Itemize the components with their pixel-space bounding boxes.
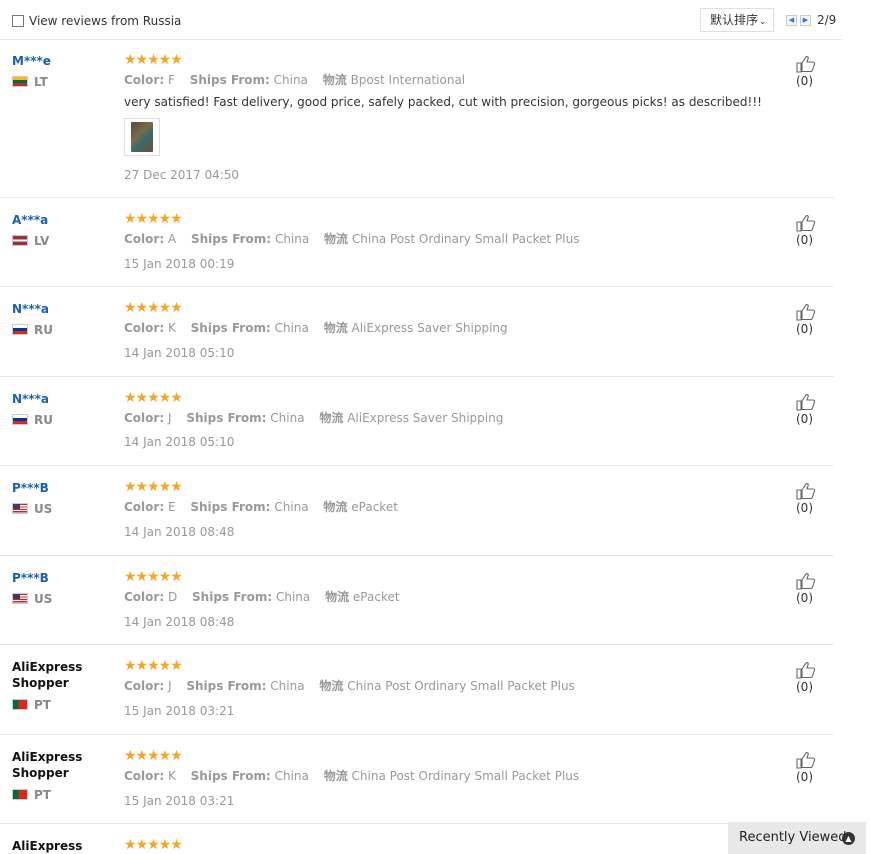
review-attributes: Color: K Ships From: China 物流 AliExpress… [124, 321, 508, 335]
review-item: AliExpress ★★★★★ [0, 825, 834, 854]
helpful-button[interactable]: (0) [796, 751, 834, 785]
review-date: 15 Jan 2018 00:19 [124, 257, 235, 271]
review-item: N***a RU ★★★★★ Color: K Ships From: Chin… [0, 288, 834, 377]
chevron-down-icon: ⌄ [759, 17, 767, 27]
reviewer-name: AliExpress [12, 839, 83, 853]
recently-viewed-label: Recently Viewed [739, 830, 847, 845]
reviewer-name[interactable]: M***e [12, 53, 51, 69]
reviews-toolbar: View reviews from Russia 默认排序⌄ ◀ ▶ 2/9 [0, 0, 843, 40]
review-item: P***B US ★★★★★ Color: E Ships From: Chin… [0, 467, 834, 556]
thumbs-up-icon [796, 573, 816, 590]
helpful-button[interactable]: (0) [796, 572, 834, 606]
reviewer-name[interactable]: N***a [12, 301, 49, 317]
filter-checkbox[interactable] [12, 15, 24, 27]
review-date: 14 Jan 2018 08:48 [124, 615, 235, 629]
flag-pt-icon [12, 699, 28, 710]
reviewer-country: LT [12, 75, 48, 89]
thumbs-up-icon [796, 483, 816, 500]
page-indicator: 2/9 [817, 13, 837, 27]
review-date: 14 Jan 2018 05:10 [124, 435, 235, 449]
reviewer-name[interactable]: N***a [12, 391, 49, 407]
review-photo-thumbnail[interactable] [124, 118, 160, 156]
rating-stars: ★★★★★ [124, 479, 183, 495]
rating-stars: ★★★★★ [124, 211, 183, 227]
review-item: A***a LV ★★★★★ Color: A Ships From: Chin… [0, 199, 834, 287]
review-date: 14 Jan 2018 05:10 [124, 346, 235, 360]
helpful-button[interactable]: (0) [796, 55, 834, 89]
triangle-left-icon[interactable]: ◀ [786, 15, 797, 26]
rating-stars: ★★★★★ [124, 748, 183, 764]
chevron-up-circle-icon: ▲ [842, 832, 855, 845]
flag-ru-icon [12, 324, 28, 335]
rating-stars: ★★★★★ [124, 300, 183, 316]
review-date: 15 Jan 2018 03:21 [124, 704, 235, 718]
thumbs-up-icon [796, 215, 816, 232]
helpful-button[interactable]: (0) [796, 393, 834, 427]
review-attributes: Color: E Ships From: China 物流 ePacket [124, 500, 398, 514]
review-item: M***e LT ★★★★★ Color: F Ships From: Chin… [0, 40, 834, 198]
review-item: P***B US ★★★★★ Color: D Ships From: Chin… [0, 557, 834, 645]
reviewer-country: PT [12, 788, 51, 802]
reviewer-name[interactable]: P***B [12, 480, 49, 496]
sort-dropdown-label: 默认排序 [710, 13, 759, 27]
review-item: AliExpress Shopper PT ★★★★★ Color: J Ship… [0, 646, 834, 735]
review-item: N***a RU ★★★★★ Color: J Ships From: Chin… [0, 378, 834, 466]
sort-dropdown[interactable]: 默认排序⌄ [700, 8, 774, 32]
review-attributes: Color: J Ships From: China 物流 China Post… [124, 679, 575, 693]
review-attributes: Color: J Ships From: China 物流 AliExpress… [124, 411, 504, 425]
helpful-button[interactable]: (0) [796, 214, 834, 248]
review-attributes: Color: A Ships From: China 物流 China Post… [124, 232, 580, 246]
reviewer-country: RU [12, 323, 53, 337]
rating-stars: ★★★★★ [124, 837, 183, 853]
thumbs-up-icon [796, 752, 816, 769]
thumbs-up-icon [796, 662, 816, 679]
flag-us-icon [12, 593, 28, 604]
product-photo-icon [131, 122, 153, 152]
thumbs-up-icon [796, 56, 816, 73]
flag-us-icon [12, 503, 28, 514]
reviewer-country: LV [12, 234, 49, 248]
flag-lv-icon [12, 235, 28, 246]
helpful-button[interactable]: (0) [796, 661, 834, 695]
review-date: 27 Dec 2017 04:50 [124, 168, 240, 182]
review-item: AliExpress Shopper PT ★★★★★ Color: K Ship… [0, 736, 834, 824]
review-attributes: Color: K Ships From: China 物流 China Post… [124, 769, 580, 783]
thumbs-up-icon [796, 394, 816, 411]
reviewer-country: RU [12, 413, 53, 427]
reviewer-country: US [12, 502, 52, 516]
rating-stars: ★★★★★ [124, 390, 183, 406]
flag-pt-icon [12, 789, 28, 800]
reviewer-name[interactable]: P***B [12, 570, 49, 586]
rating-stars: ★★★★★ [124, 52, 183, 68]
review-text: very satisfied! Fast delivery, good pric… [124, 95, 762, 109]
helpful-button[interactable]: (0) [796, 303, 834, 337]
filter-checkbox-label[interactable]: View reviews from Russia [29, 14, 181, 28]
reviewer-name[interactable]: A***a [12, 212, 48, 228]
rating-stars: ★★★★★ [124, 569, 183, 585]
reviewer-name: AliExpress Shopper [12, 750, 83, 780]
rating-stars: ★★★★★ [124, 658, 183, 674]
recently-viewed-tab[interactable]: Recently Viewed ▲ [728, 822, 866, 854]
triangle-right-icon[interactable]: ▶ [800, 15, 811, 26]
review-attributes: Color: F Ships From: China 物流 Bpost Inte… [124, 73, 466, 87]
reviewer-name: AliExpress Shopper [12, 660, 83, 690]
helpful-button[interactable]: (0) [796, 482, 834, 516]
reviewer-country: PT [12, 698, 51, 712]
review-attributes: Color: D Ships From: China 物流 ePacket [124, 590, 400, 604]
flag-lt-icon [12, 76, 28, 87]
reviewer-country: US [12, 592, 52, 606]
flag-ru-icon [12, 414, 28, 425]
review-date: 15 Jan 2018 03:21 [124, 794, 235, 808]
review-date: 14 Jan 2018 08:48 [124, 525, 235, 539]
thumbs-up-icon [796, 304, 816, 321]
